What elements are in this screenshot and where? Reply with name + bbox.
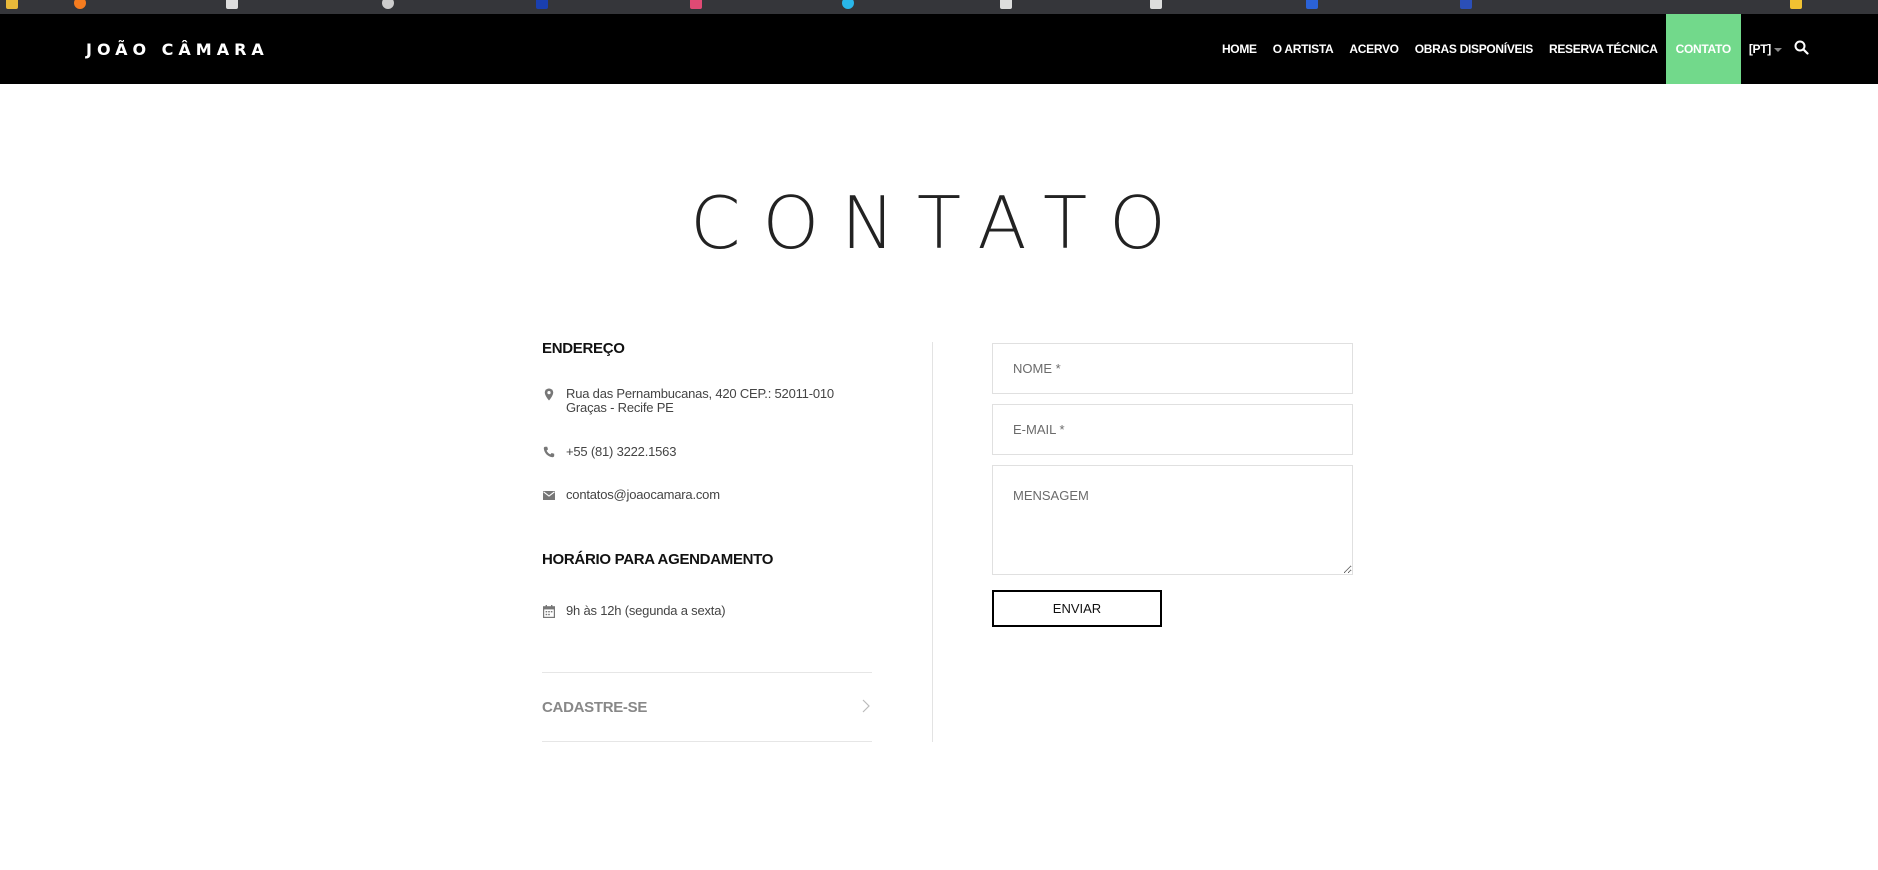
bookmark-favicon[interactable] — [1306, 0, 1318, 9]
site-logo[interactable]: JOÃO CÂMARA — [86, 40, 269, 59]
email-row: contatos@joaocamara.com — [542, 488, 872, 502]
submit-button[interactable]: ENVIAR — [992, 590, 1162, 627]
schedule-row: 9h às 12h (segunda a sexta) — [542, 604, 872, 618]
nav-item-o-artista[interactable]: O ARTISTA — [1265, 14, 1342, 84]
email-link[interactable]: contatos@joaocamara.com — [566, 488, 720, 502]
nav-item-contato[interactable]: CONTATO — [1665, 14, 1741, 84]
chevron-right-icon — [862, 698, 870, 717]
signup-label: CADASTRE-SE — [542, 698, 648, 716]
schedule-heading: HORÁRIO PARA AGENDAMENTO — [542, 551, 774, 568]
signup-link[interactable]: CADASTRE-SE — [542, 672, 872, 742]
column-divider — [932, 342, 933, 742]
bookmark-favicon[interactable] — [842, 0, 854, 9]
bookmark-favicon[interactable] — [536, 0, 548, 9]
name-field[interactable] — [992, 343, 1353, 394]
language-label: [PT] — [1748, 42, 1771, 56]
calendar-icon — [542, 604, 556, 618]
envelope-icon — [542, 488, 556, 502]
address-row: Rua das Pernambucanas, 420 CEP.: 52011-0… — [542, 387, 872, 415]
nav-item-acervo[interactable]: ACERVO — [1341, 14, 1406, 84]
address-heading: ENDEREÇO — [542, 340, 625, 357]
bookmark-favicon[interactable] — [1460, 0, 1472, 9]
language-selector[interactable]: [PT] — [1741, 14, 1790, 84]
search-button[interactable] — [1790, 14, 1834, 84]
bookmark-favicon[interactable] — [382, 0, 394, 9]
search-icon — [1794, 40, 1809, 59]
message-field[interactable] — [992, 465, 1353, 575]
email-field[interactable] — [992, 404, 1353, 455]
main-nav: HOME O ARTISTA ACERVO OBRAS DISPONÍVEIS … — [1214, 14, 1878, 84]
map-pin-icon — [542, 387, 556, 401]
chevron-down-icon — [1774, 48, 1782, 52]
nav-item-home[interactable]: HOME — [1214, 14, 1265, 84]
bookmark-favicon[interactable] — [1790, 0, 1802, 9]
address-line-1: Rua das Pernambucanas, 420 CEP.: 52011-0… — [566, 386, 834, 401]
nav-item-reserva-tecnica[interactable]: RESERVA TÉCNICA — [1541, 14, 1666, 84]
site-header: JOÃO CÂMARA HOME O ARTISTA ACERVO OBRAS … — [0, 14, 1878, 84]
address-line-2: Graças - Recife PE — [566, 400, 674, 415]
bookmark-favicon[interactable] — [690, 0, 702, 9]
phone-row: +55 (81) 3222.1563 — [542, 445, 872, 459]
bookmark-favicon[interactable] — [1150, 0, 1162, 9]
browser-bookmarks-bar — [0, 0, 1878, 14]
nav-item-obras-disponiveis[interactable]: OBRAS DISPONÍVEIS — [1407, 14, 1541, 84]
phone-number: +55 (81) 3222.1563 — [566, 444, 677, 459]
bookmark-favicon[interactable] — [74, 0, 86, 9]
contact-info: ENDEREÇO Rua das Pernambucanas, 420 CEP.… — [542, 340, 872, 618]
bookmark-favicon[interactable] — [1000, 0, 1012, 9]
page-title: CONTATO — [690, 181, 1188, 265]
bookmark-favicon[interactable] — [6, 0, 18, 9]
schedule-text: 9h às 12h (segunda a sexta) — [566, 603, 726, 618]
bookmark-favicon[interactable] — [226, 0, 238, 9]
contact-form: ENVIAR — [992, 343, 1353, 627]
phone-icon — [542, 445, 556, 459]
